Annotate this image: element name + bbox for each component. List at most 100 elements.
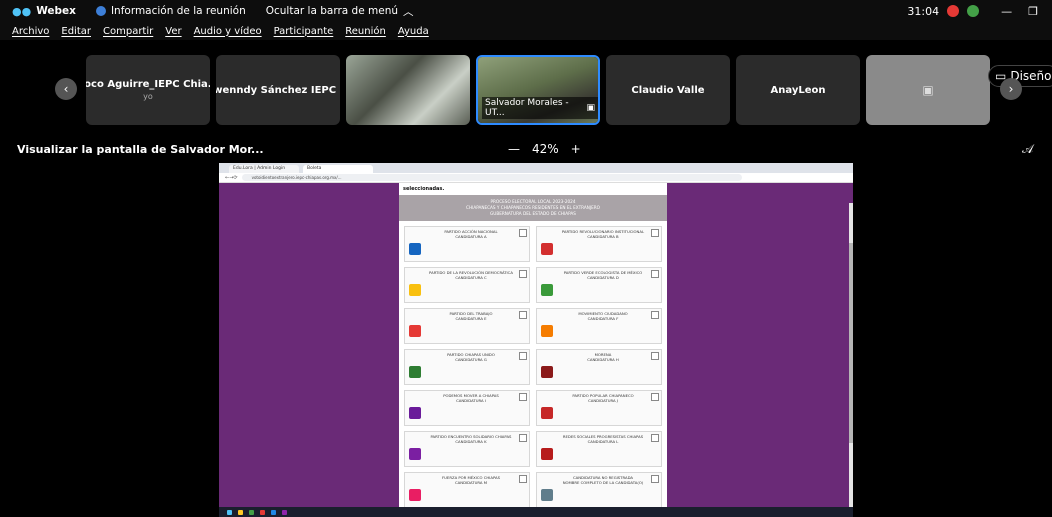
back-icon[interactable]: ←→⟳ xyxy=(225,175,238,181)
party-option[interactable]: MOVIMIENTO CIUDADANO CANDIDATURA F xyxy=(536,308,662,344)
party-name-block: PARTIDO CHIAPAS UNIDO CANDIDATURA G xyxy=(425,352,517,362)
party-option[interactable]: PARTIDO DE LA REVOLUCIÓN DEMOCRÁTICA CAND… xyxy=(404,267,530,303)
taskbar-app-icon[interactable] xyxy=(249,509,254,515)
prev-participants-button[interactable]: ‹ xyxy=(55,78,77,100)
ballot-header-line: GUBERNATURA DEL ESTADO DE CHIAPAS xyxy=(490,211,576,216)
menu-editar[interactable]: Editar xyxy=(61,26,91,37)
party-name-block: PARTIDO DEL TRABAJO CANDIDATURA E xyxy=(425,311,517,321)
meeting-info-label: Información de la reunión xyxy=(110,5,246,17)
party-option[interactable]: MORENA CANDIDATURA H xyxy=(536,349,662,385)
browser-tab[interactable]: Edu.Lora | Admin Login xyxy=(229,165,299,173)
participant-video-tile[interactable] xyxy=(346,55,470,125)
url-field[interactable]: votoidientoextranjero.iepc-chiapas.org.m… xyxy=(241,174,742,181)
taskbar-app-icon[interactable] xyxy=(260,509,265,515)
zoom-level[interactable]: 42% xyxy=(532,142,559,156)
vote-checkbox[interactable] xyxy=(651,229,659,237)
party-name-block: MOVIMIENTO CIUDADANO CANDIDATURA F xyxy=(557,311,649,321)
party-name-block: FUERZA POR MÉXICO CHIAPAS CANDIDATURA M xyxy=(425,475,517,485)
party-logo-icon xyxy=(409,366,421,378)
party-option[interactable]: PARTIDO CHIAPAS UNIDO CANDIDATURA G xyxy=(404,349,530,385)
candidate-label: CANDIDATURA A xyxy=(455,234,487,239)
party-option[interactable]: CANDIDATURA NO REGISTRADA NOMBRE COMPLETO… xyxy=(536,472,662,507)
candidate-label: CANDIDATURA D xyxy=(587,275,619,280)
annotate-icon[interactable]: 𝒜 xyxy=(1022,142,1033,157)
participant-tile[interactable]: Claudio Valle xyxy=(606,55,730,125)
taskbar-app-icon[interactable] xyxy=(282,509,287,515)
participant-name: Claudio Valle xyxy=(631,84,705,96)
vote-checkbox[interactable] xyxy=(651,434,659,442)
minimize-icon[interactable]: — xyxy=(1001,5,1012,18)
ballot-panel: seleccionadas. PROCESO ELECTORAL LOCAL 2… xyxy=(399,183,667,507)
menu-participante[interactable]: Participante xyxy=(274,26,334,37)
network-icon[interactable] xyxy=(967,5,980,17)
hide-menu-button[interactable]: Ocultar la barra de menú ︿ xyxy=(266,4,414,19)
vote-checkbox[interactable] xyxy=(651,475,659,483)
party-name-block: PARTIDO DE LA REVOLUCIÓN DEMOCRÁTICA CAND… xyxy=(425,270,517,280)
party-option[interactable]: PODEMOS MOVER A CHIAPAS CANDIDATURA I xyxy=(404,390,530,426)
vote-checkbox[interactable] xyxy=(651,311,659,319)
participant-tile[interactable]: AnayLeon xyxy=(736,55,860,125)
page-scrollbar[interactable] xyxy=(849,203,853,517)
candidate-label: NOMBRE COMPLETO DE LA CANDIDATA(O) xyxy=(562,480,644,485)
party-option[interactable]: PARTIDO ENCUENTRO SOLIDARIO CHIAPAS CANDI… xyxy=(404,431,530,467)
party-option[interactable]: PARTIDO ACCIÓN NACIONAL CANDIDATURA A xyxy=(404,226,530,262)
participant-name: AnayLeon xyxy=(770,84,826,96)
menu-ver[interactable]: Ver xyxy=(165,26,181,37)
candidate-label: CANDIDATURA L xyxy=(587,439,619,444)
meeting-info-button[interactable]: Información de la reunión xyxy=(95,5,246,17)
restore-icon[interactable]: ❐ xyxy=(1028,5,1038,18)
participant-tile[interactable]: Gwenndy Sánchez IEPC ... xyxy=(216,55,340,125)
party-option[interactable]: PARTIDO DEL TRABAJO CANDIDATURA E xyxy=(404,308,530,344)
party-logo-icon xyxy=(541,243,553,255)
vote-checkbox[interactable] xyxy=(519,352,527,360)
recording-icon[interactable] xyxy=(947,5,960,17)
title-bar: ●● Webex Información de la reunión Ocult… xyxy=(0,0,1052,22)
participant-video-tile-active[interactable]: Salvador Morales - UT... ▣ xyxy=(476,55,600,125)
zoom-out-button[interactable]: — xyxy=(508,142,520,156)
taskbar-app-icon[interactable] xyxy=(271,509,276,515)
shared-browser-window: Edu.Lora | Admin Login Boleta ←→⟳ votoid… xyxy=(219,163,853,517)
scrollbar-thumb[interactable] xyxy=(849,243,853,443)
party-name-block: PARTIDO ENCUENTRO SOLIDARIO CHIAPAS CANDI… xyxy=(425,434,517,444)
party-option[interactable]: PARTIDO POPULAR CHIAPANECO CANDIDATURA J xyxy=(536,390,662,426)
participant-name: Coco Aguirre_IEPC Chia... xyxy=(86,79,210,90)
zoom-in-button[interactable]: + xyxy=(571,142,581,156)
vote-checkbox[interactable] xyxy=(519,270,527,278)
ballot-intro-text: seleccionadas. xyxy=(403,186,445,192)
party-name-block: PARTIDO POPULAR CHIAPANECO CANDIDATURA J xyxy=(557,393,649,403)
vote-checkbox[interactable] xyxy=(651,393,659,401)
next-participants-button[interactable]: › xyxy=(1000,78,1022,100)
menu-reunion[interactable]: Reunión xyxy=(345,26,386,37)
vote-checkbox[interactable] xyxy=(651,270,659,278)
start-icon[interactable] xyxy=(227,509,232,515)
candidate-label: CANDIDATURA F xyxy=(587,316,619,321)
participant-name: Gwenndy Sánchez IEPC ... xyxy=(216,84,340,96)
party-option[interactable]: PARTIDO VERDE ECOLOGISTA DE MÉXICO CANDID… xyxy=(536,267,662,303)
candidate-label: CANDIDATURA I xyxy=(456,398,486,403)
party-name-block: PARTIDO REVOLUCIONARIO INSTITUCIONAL CAND… xyxy=(557,229,649,239)
party-option[interactable]: FUERZA POR MÉXICO CHIAPAS CANDIDATURA M xyxy=(404,472,530,507)
camera-off-icon: ▣ xyxy=(922,83,934,97)
taskbar-app-icon[interactable] xyxy=(238,509,243,515)
party-logo-icon xyxy=(409,448,421,460)
participant-tile[interactable]: Coco Aguirre_IEPC Chia... yo xyxy=(86,55,210,125)
vote-checkbox[interactable] xyxy=(519,475,527,483)
vote-checkbox[interactable] xyxy=(519,311,527,319)
ballot-header: PROCESO ELECTORAL LOCAL 2023-2024 CHIAPA… xyxy=(399,195,667,221)
webex-app[interactable]: ●● Webex xyxy=(12,5,76,18)
party-option[interactable]: PARTIDO REVOLUCIONARIO INSTITUCIONAL CAND… xyxy=(536,226,662,262)
vote-checkbox[interactable] xyxy=(519,393,527,401)
menu-compartir[interactable]: Compartir xyxy=(103,26,153,37)
menu-archivo[interactable]: Archivo xyxy=(12,26,49,37)
browser-tab-active[interactable]: Boleta xyxy=(303,165,373,173)
vote-checkbox[interactable] xyxy=(519,229,527,237)
party-option[interactable]: REDES SOCIALES PROGRESISTAS CHIAPAS CANDI… xyxy=(536,431,662,467)
participant-tile-placeholder[interactable]: ▣ xyxy=(866,55,990,125)
menu-audio-video[interactable]: Audio y vídeo xyxy=(194,26,262,37)
candidate-label: CANDIDATURA K xyxy=(455,439,487,444)
menu-ayuda[interactable]: Ayuda xyxy=(398,26,429,37)
vote-checkbox[interactable] xyxy=(651,352,659,360)
party-logo-icon xyxy=(409,489,421,501)
candidate-label: CANDIDATURA H xyxy=(587,357,619,362)
vote-checkbox[interactable] xyxy=(519,434,527,442)
